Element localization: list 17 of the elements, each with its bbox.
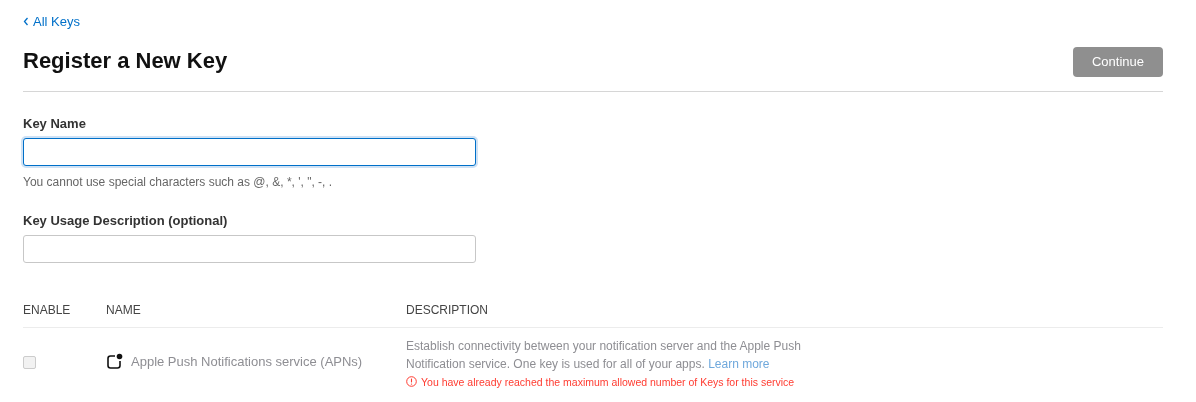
input-field[interactable] xyxy=(23,137,476,166)
back-link-label[interactable]: All Keys xyxy=(33,14,80,29)
warning-icon xyxy=(406,376,417,387)
column-header: ENABLE xyxy=(23,302,72,317)
field-label: Key Usage Description (optional) xyxy=(23,212,229,229)
input-field[interactable] xyxy=(23,234,476,263)
page-title: Register a New Key xyxy=(23,47,228,74)
back-link[interactable]: All Keys xyxy=(23,12,80,31)
notification-badge-icon xyxy=(106,352,123,370)
service-description: Establish connectivity between your notification server and the Apple Push Notification service. One key is used for all of your apps. Learn more xyxy=(406,337,802,373)
hint-text: You cannot use special characters such as @, &, *, ', ", -, . xyxy=(23,174,334,189)
chevron-left-icon xyxy=(23,17,29,26)
column-header: NAME xyxy=(106,302,142,317)
error-message: You have already reached the maximum allowed number of Keys for this service xyxy=(421,375,795,388)
column-header: DESCRIPTION xyxy=(406,302,489,317)
field-label: Key Name xyxy=(23,115,87,132)
service-name: Apple Push Notifications service (APNs) xyxy=(131,353,363,369)
